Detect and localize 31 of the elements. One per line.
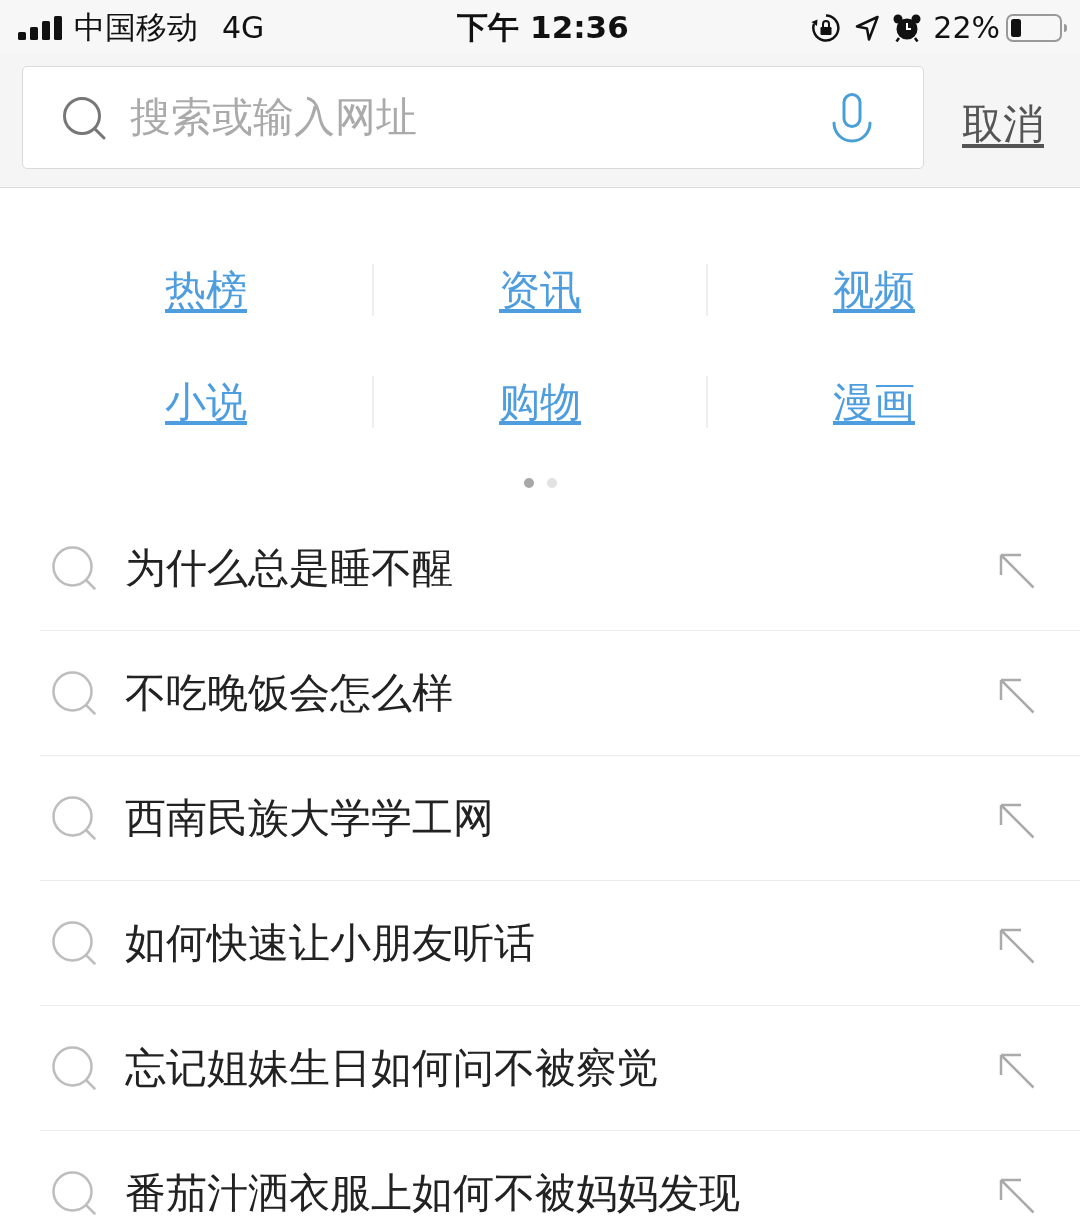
suggestion-text[interactable]: 忘记姐妹生日如何问不被察觉 <box>125 1047 999 1089</box>
up-left-arrow-icon[interactable] <box>999 803 1035 839</box>
up-left-arrow-icon[interactable] <box>999 553 1035 589</box>
rotation-lock-icon <box>811 12 842 43</box>
search-field[interactable]: 搜索或输入网址 <box>22 65 924 169</box>
up-left-arrow-icon[interactable] <box>999 928 1035 964</box>
search-icon <box>52 1171 96 1215</box>
search-icon <box>52 546 96 590</box>
suggestion-text[interactable]: 西南民族大学学工网 <box>125 797 999 839</box>
signal-icon <box>18 15 62 40</box>
suggestion-text[interactable]: 不吃晚饭会怎么样 <box>125 672 999 714</box>
alarm-clock-icon <box>893 13 922 42</box>
carrier-name: 中国移动 <box>74 12 198 43</box>
up-left-arrow-icon[interactable] <box>999 1053 1035 1089</box>
battery-icon <box>1006 13 1068 42</box>
microphone-icon[interactable] <box>832 92 872 145</box>
search-icon <box>62 95 106 140</box>
battery-percentage: 22% <box>933 12 1000 43</box>
suggestion-text[interactable]: 番茄汁洒衣服上如何不被妈妈发现 <box>125 1172 999 1214</box>
network-type: 4G <box>222 12 265 43</box>
location-arrow-icon <box>855 14 880 41</box>
search-icon <box>52 796 96 840</box>
cancel-button[interactable]: 取消 <box>962 96 1044 152</box>
up-left-arrow-icon[interactable] <box>999 678 1035 714</box>
clock-time: 下午 12:36 <box>457 9 629 45</box>
search-icon <box>52 671 96 715</box>
search-icon <box>52 1046 96 1090</box>
suggestion-text[interactable]: 为什么总是睡不醒 <box>125 547 999 589</box>
search-icon <box>52 921 96 965</box>
suggestion-text[interactable]: 如何快速让小朋友听话 <box>125 922 999 964</box>
up-left-arrow-icon[interactable] <box>999 1178 1035 1214</box>
